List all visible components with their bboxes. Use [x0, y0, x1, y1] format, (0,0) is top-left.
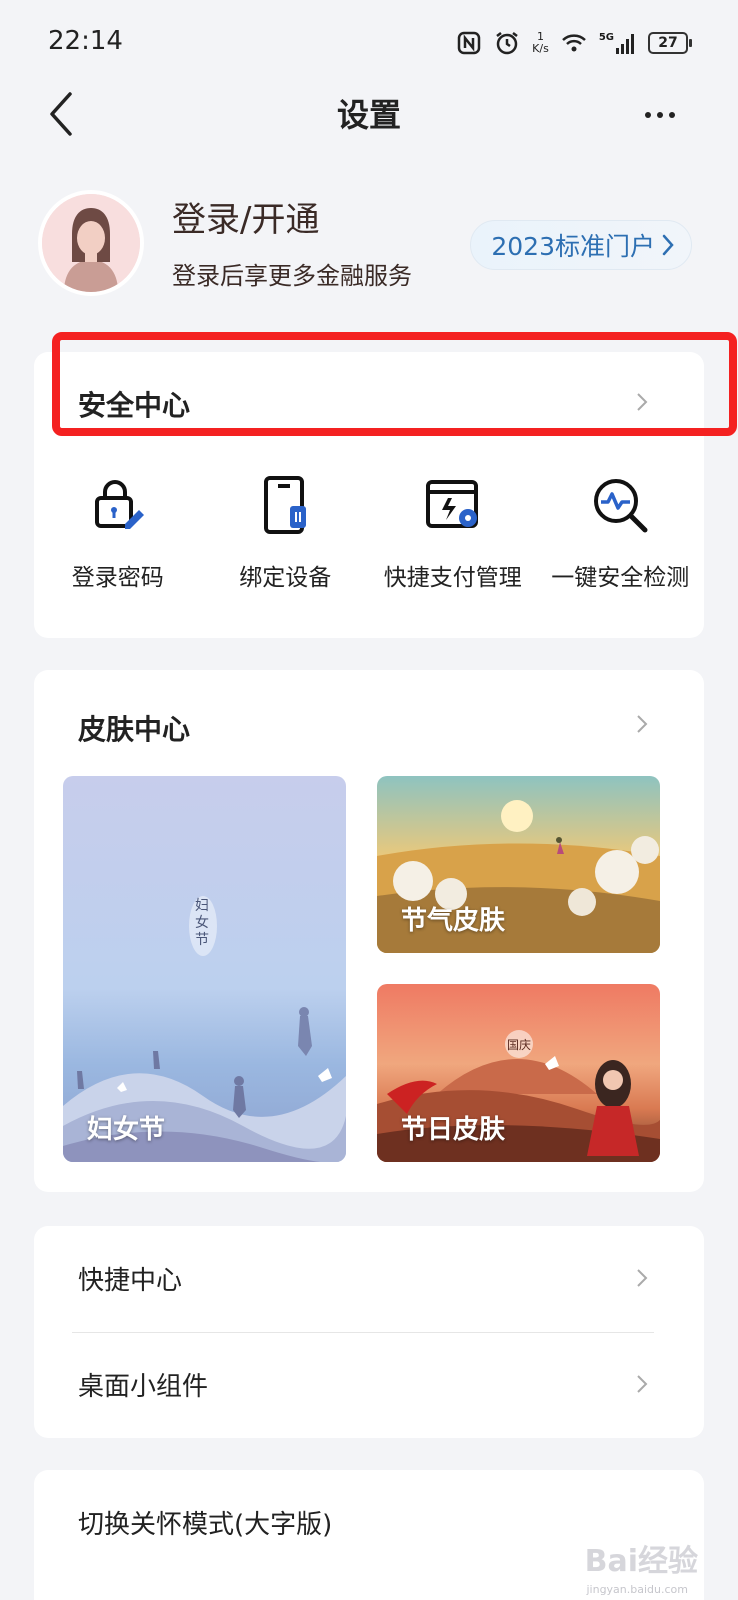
user-avatar-icon [42, 194, 140, 292]
security-shortcuts: 登录密码 绑定设备 快捷支付管理 一键安全检测 [34, 474, 704, 594]
skin-card: 皮肤中心 妇女节 妇女节 节气皮肤 国庆 节日皮肤 [34, 670, 704, 1192]
more-dot [645, 112, 651, 118]
battery-level: 27 [658, 35, 678, 51]
chevron-right-icon [637, 393, 648, 411]
settings-list-card: 快捷中心 桌面小组件 [34, 1226, 704, 1438]
watermark: Bai经验 [584, 1544, 698, 1579]
skin-center-title: 皮肤中心 [78, 713, 191, 746]
scan-check-icon [594, 479, 648, 533]
network-type: 5G [598, 32, 614, 43]
wifi-icon [561, 34, 586, 52]
shortcut-label: 一键安全检测 [551, 565, 690, 591]
nav-bar: 设置 [0, 80, 738, 148]
login-title[interactable]: 登录/开通 [172, 192, 319, 241]
womens-day-illustration [63, 896, 346, 1162]
shortcut-login-password[interactable]: 登录密码 [34, 474, 202, 594]
cell-signal: 5G [599, 32, 636, 54]
list-item-quick-center[interactable]: 快捷中心 [34, 1226, 704, 1332]
watermark-url: jingyan.baidu.com [586, 1583, 688, 1596]
list-item-label: 桌面小组件 [78, 1372, 209, 1402]
status-icons: 1 K/s 5G 27 [456, 28, 692, 58]
skin-solar-term[interactable]: 节气皮肤 [377, 776, 660, 953]
holiday-badge: 国庆 [505, 1030, 533, 1058]
shortcut-quick-pay[interactable]: 快捷支付管理 [369, 474, 537, 594]
skin-label: 妇女节 [87, 1115, 166, 1145]
more-button[interactable] [636, 100, 684, 130]
list-item-desktop-widget[interactable]: 桌面小组件 [34, 1332, 704, 1438]
portal-label: 2023标准门户 [491, 232, 655, 261]
shortcut-bind-device[interactable]: 绑定设备 [202, 474, 370, 594]
security-center-row[interactable]: 安全中心 [34, 352, 704, 448]
card-lightning-icon [425, 480, 478, 528]
alarm-icon [496, 32, 518, 55]
nfc-icon [457, 31, 481, 55]
status-bar: 22:14 1 K/s 5G 27 [0, 0, 738, 80]
device-link-icon [264, 476, 307, 534]
list-item-label: 切换关怀模式(大字版) [78, 1510, 333, 1540]
netspeed: 1 K/s [532, 31, 549, 55]
status-time: 22:14 [48, 26, 123, 56]
skin-womens-day[interactable]: 妇女节 妇女节 [63, 776, 346, 1162]
lock-edit-icon [94, 480, 144, 529]
page-title: 设置 [336, 96, 401, 134]
skin-label: 节日皮肤 [401, 1115, 506, 1145]
shortcut-label: 绑定设备 [239, 565, 332, 591]
skin-label: 节气皮肤 [401, 906, 506, 936]
shortcut-label: 快捷支付管理 [383, 565, 522, 591]
more-dot [669, 112, 675, 118]
signal-icon [616, 34, 634, 54]
security-center-title: 安全中心 [78, 389, 191, 422]
chevron-right-icon [662, 234, 674, 256]
list-item-label: 快捷中心 [78, 1266, 183, 1296]
care-mode-card: 切换关怀模式(大字版) [34, 1470, 704, 1600]
skin-center-row[interactable]: 皮肤中心 [34, 670, 704, 770]
skin-holiday[interactable]: 国庆 节日皮肤 [377, 984, 660, 1162]
shortcut-label: 登录密码 [71, 565, 164, 591]
battery-icon: 27 [648, 32, 692, 54]
profile-section: 登录/开通 登录后享更多金融服务 2023标准门户 [0, 180, 738, 310]
chevron-right-icon [637, 715, 648, 733]
avatar[interactable] [38, 190, 144, 296]
womens-day-badge: 妇女节 [195, 898, 209, 948]
netspeed-unit: K/s [532, 42, 549, 55]
chevron-right-icon [637, 1269, 648, 1287]
login-subtitle: 登录后享更多金融服务 [172, 262, 412, 290]
more-dot [657, 112, 663, 118]
portal-button[interactable]: 2023标准门户 [470, 220, 692, 270]
security-card: 安全中心 登录密码 绑定设备 快捷支付管理 一键安全检测 [34, 352, 704, 638]
chevron-right-icon [637, 1375, 648, 1393]
shortcut-security-check[interactable]: 一键安全检测 [537, 474, 705, 594]
